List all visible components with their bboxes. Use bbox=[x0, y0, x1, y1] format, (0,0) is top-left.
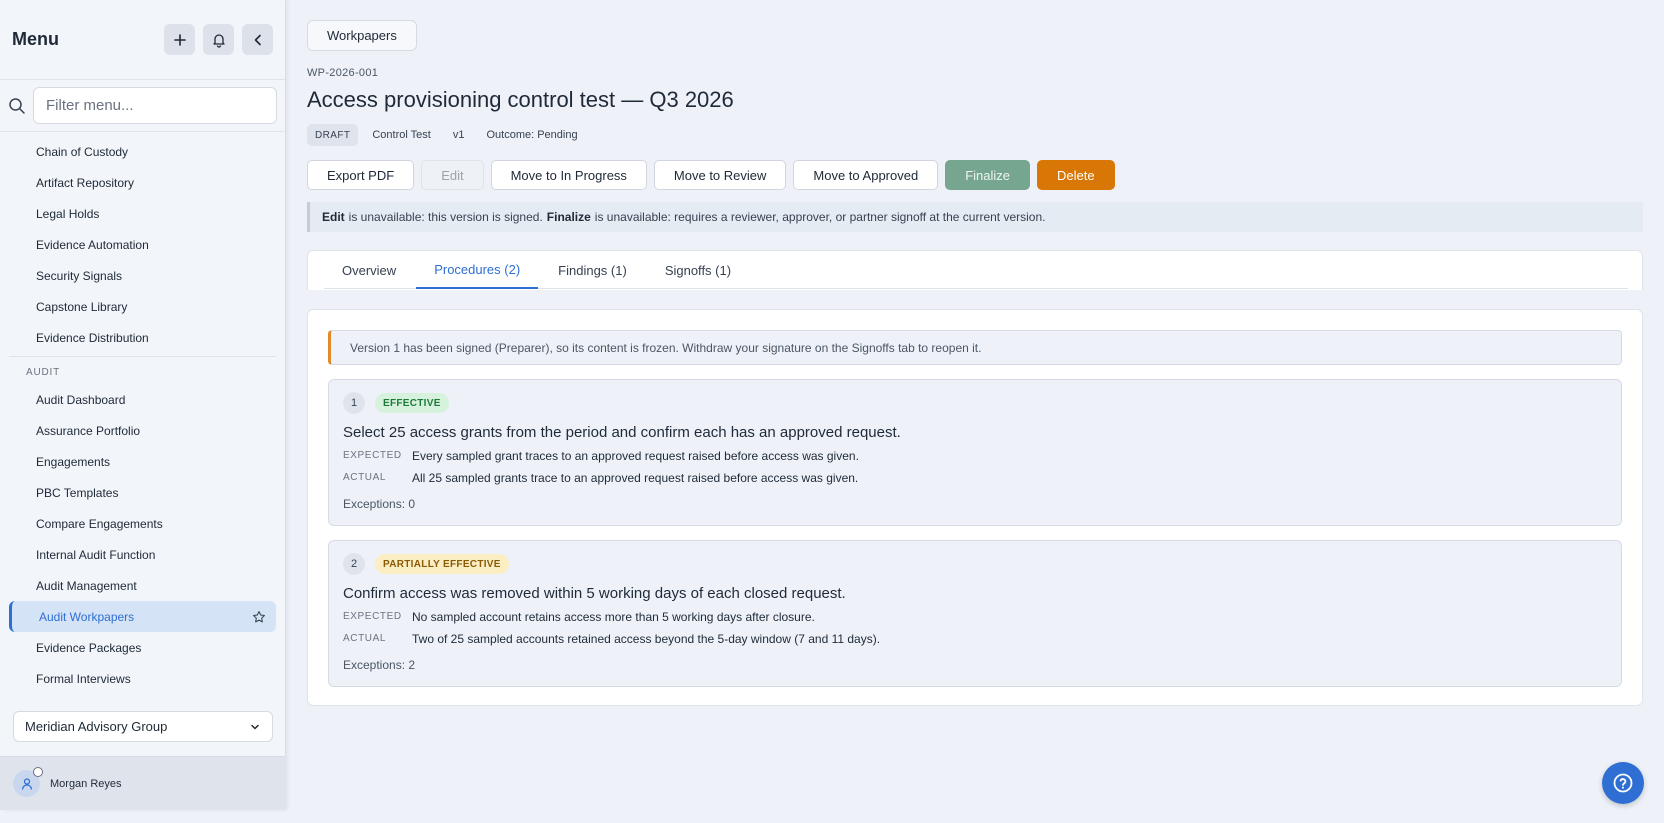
sidebar-item-pbc-templates[interactable]: PBC Templates bbox=[9, 477, 276, 508]
notifications-button[interactable] bbox=[203, 24, 234, 55]
notice-finalize-text: is unavailable: requires a reviewer, app… bbox=[594, 210, 1046, 224]
sidebar-item-assurance-portfolio[interactable]: Assurance Portfolio bbox=[9, 415, 276, 446]
type-badge: Control Test bbox=[372, 129, 431, 141]
tab-overview[interactable]: Overview bbox=[324, 251, 414, 289]
edit-button[interactable]: Edit bbox=[421, 160, 484, 190]
procedure-number: 2 bbox=[343, 553, 365, 575]
export-pdf-button[interactable]: Export PDF bbox=[307, 160, 415, 190]
procedure-number: 1 bbox=[343, 392, 365, 414]
org-name: Meridian Advisory Group bbox=[25, 719, 168, 734]
search-icon bbox=[9, 97, 25, 114]
workpaper-id: WP-2026-001 bbox=[307, 67, 379, 79]
status-badge: DRAFT bbox=[307, 124, 359, 146]
tabs-card: Overview Procedures (2) Findings (1) Sig… bbox=[307, 250, 1643, 290]
sidebar-item-audit-management[interactable]: Audit Management bbox=[9, 570, 276, 601]
delete-button[interactable]: Delete bbox=[1037, 160, 1115, 190]
notice-edit-label: Edit bbox=[322, 210, 345, 224]
sidebar-section-audit: AUDIT bbox=[26, 367, 60, 378]
help-button[interactable] bbox=[1602, 762, 1644, 804]
sidebar-item-audit-workpapers[interactable]: Audit Workpapers bbox=[9, 601, 276, 632]
sidebar-header: Menu bbox=[0, 0, 285, 80]
sidebar-title: Menu bbox=[12, 29, 59, 49]
user-panel[interactable]: Morgan Reyes bbox=[0, 756, 286, 810]
sidebar-item-artifact-repository[interactable]: Artifact Repository bbox=[9, 167, 276, 198]
bell-icon bbox=[212, 33, 225, 48]
sidebar-list: Chain of Custody Artifact Repository Leg… bbox=[0, 132, 285, 694]
badge-row: DRAFT Control Test v1 Outcome: Pending bbox=[307, 124, 586, 146]
notice-finalize-label: Finalize bbox=[546, 210, 591, 224]
breadcrumb-workpapers[interactable]: Workpapers bbox=[307, 20, 417, 51]
tab-signoffs[interactable]: Signoffs (1) bbox=[647, 251, 749, 289]
page-title: Access provisioning control test — Q3 20… bbox=[307, 87, 734, 112]
user-name: Morgan Reyes bbox=[50, 777, 122, 790]
sidebar-item-chain-of-custody[interactable]: Chain of Custody bbox=[9, 136, 276, 167]
actual-value: Two of 25 sampled accounts retained acce… bbox=[412, 632, 881, 646]
chevron-down-icon bbox=[251, 724, 259, 729]
actual-label: ACTUAL bbox=[343, 633, 387, 644]
expected-label: EXPECTED bbox=[343, 450, 402, 461]
procedure-header: 2 PARTIALLY EFFECTIVE bbox=[343, 553, 1607, 575]
tab-findings[interactable]: Findings (1) bbox=[540, 251, 645, 289]
help-icon bbox=[1613, 773, 1633, 793]
actual-value: All 25 sampled grants trace to an approv… bbox=[412, 471, 859, 485]
procedure-title: Confirm access was removed within 5 work… bbox=[343, 585, 846, 602]
star-icon[interactable] bbox=[252, 610, 266, 624]
procedure-exceptions: Exceptions: 0 bbox=[343, 497, 416, 511]
procedure-card: 1 EFFECTIVE Select 25 access grants from… bbox=[328, 379, 1622, 526]
procedure-expected-row: EXPECTED No sampled account retains acce… bbox=[343, 610, 1607, 624]
tab-procedures[interactable]: Procedures (2) bbox=[416, 251, 539, 289]
procedure-header: 1 EFFECTIVE bbox=[343, 392, 1607, 414]
sidebar-item-formal-interviews[interactable]: Formal Interviews bbox=[9, 663, 276, 694]
sidebar-item-audit-dashboard[interactable]: Audit Dashboard bbox=[9, 384, 276, 415]
sidebar-item-label: Audit Workpapers bbox=[39, 609, 135, 624]
procedure-actual-row: ACTUAL All 25 sampled grants trace to an… bbox=[343, 471, 1607, 485]
collapse-sidebar-button[interactable] bbox=[242, 24, 273, 55]
outcome-badge: Outcome: Pending bbox=[486, 129, 578, 141]
sidebar-item-compare-engagements[interactable]: Compare Engagements bbox=[9, 508, 276, 539]
user-icon bbox=[21, 777, 32, 790]
sidebar-item-legal-holds[interactable]: Legal Holds bbox=[9, 198, 276, 229]
procedure-title: Select 25 access grants from the period … bbox=[343, 424, 901, 441]
availability-notice: Edit is unavailable: this version is sig… bbox=[307, 202, 1643, 232]
procedure-status-badge: EFFECTIVE bbox=[375, 393, 449, 413]
status-indicator-icon bbox=[33, 767, 43, 777]
move-to-in-progress-button[interactable]: Move to In Progress bbox=[490, 160, 647, 190]
frozen-notice: Version 1 has been signed (Preparer), so… bbox=[328, 330, 1622, 365]
notice-edit-text: is unavailable: this version is signed. bbox=[348, 210, 543, 224]
actual-label: ACTUAL bbox=[343, 472, 387, 483]
move-to-approved-button[interactable]: Move to Approved bbox=[793, 160, 939, 190]
sidebar-item-capstone-library[interactable]: Capstone Library bbox=[9, 291, 276, 322]
sidebar-item-engagements[interactable]: Engagements bbox=[9, 446, 276, 477]
version-badge: v1 bbox=[452, 129, 465, 141]
procedure-exceptions: Exceptions: 2 bbox=[343, 658, 416, 672]
sidebar-search bbox=[0, 80, 285, 132]
sidebar-item-evidence-distribution[interactable]: Evidence Distribution bbox=[9, 322, 276, 353]
expected-label: EXPECTED bbox=[343, 611, 402, 622]
add-button[interactable] bbox=[164, 24, 195, 55]
sidebar-item-evidence-automation[interactable]: Evidence Automation bbox=[9, 229, 276, 260]
procedure-actual-row: ACTUAL Two of 25 sampled accounts retain… bbox=[343, 632, 1607, 646]
action-bar: Export PDF Edit Move to In Progress Move… bbox=[307, 160, 1115, 190]
sidebar-item-security-signals[interactable]: Security Signals bbox=[9, 260, 276, 291]
chevron-left-icon bbox=[254, 34, 261, 45]
procedure-status-badge: PARTIALLY EFFECTIVE bbox=[375, 554, 509, 574]
move-to-review-button[interactable]: Move to Review bbox=[653, 160, 787, 190]
sidebar-item-internal-audit-function[interactable]: Internal Audit Function bbox=[9, 539, 276, 570]
expected-value: Every sampled grant traces to an approve… bbox=[412, 449, 859, 463]
expected-value: No sampled account retains access more t… bbox=[412, 610, 815, 624]
org-selector[interactable]: Meridian Advisory Group bbox=[13, 711, 273, 742]
plus-icon bbox=[173, 33, 186, 46]
procedure-expected-row: EXPECTED Every sampled grant traces to a… bbox=[343, 449, 1607, 463]
procedure-card: 2 PARTIALLY EFFECTIVE Confirm access was… bbox=[328, 540, 1622, 687]
filter-menu-input[interactable] bbox=[33, 87, 277, 124]
tab-bar: Overview Procedures (2) Findings (1) Sig… bbox=[324, 251, 1628, 289]
procedures-panel: Version 1 has been signed (Preparer), so… bbox=[307, 309, 1643, 706]
finalize-button[interactable]: Finalize bbox=[945, 160, 1030, 190]
sidebar: Menu Chain of Custody Artifact Repositor… bbox=[0, 0, 286, 810]
avatar bbox=[13, 767, 43, 797]
sidebar-item-evidence-packages[interactable]: Evidence Packages bbox=[9, 632, 276, 663]
